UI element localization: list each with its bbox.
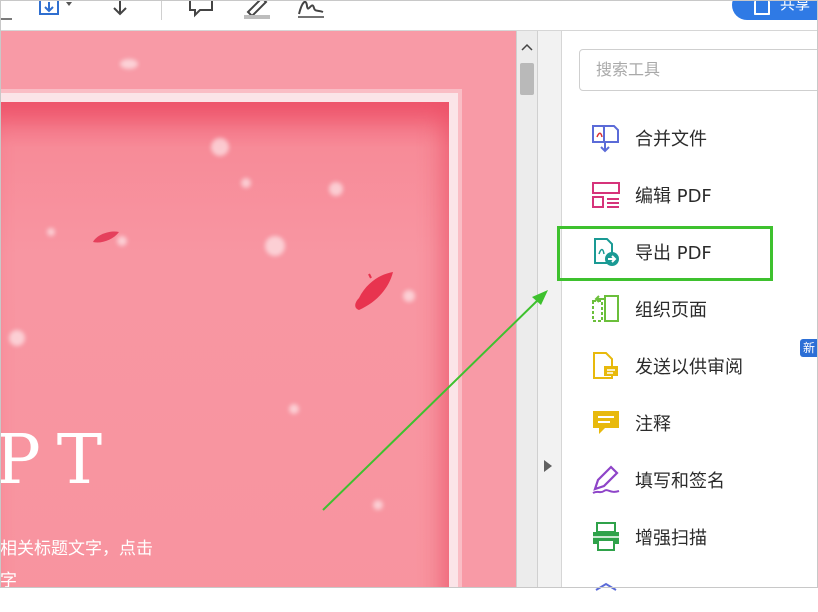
annotation-arrow bbox=[322, 290, 548, 511]
